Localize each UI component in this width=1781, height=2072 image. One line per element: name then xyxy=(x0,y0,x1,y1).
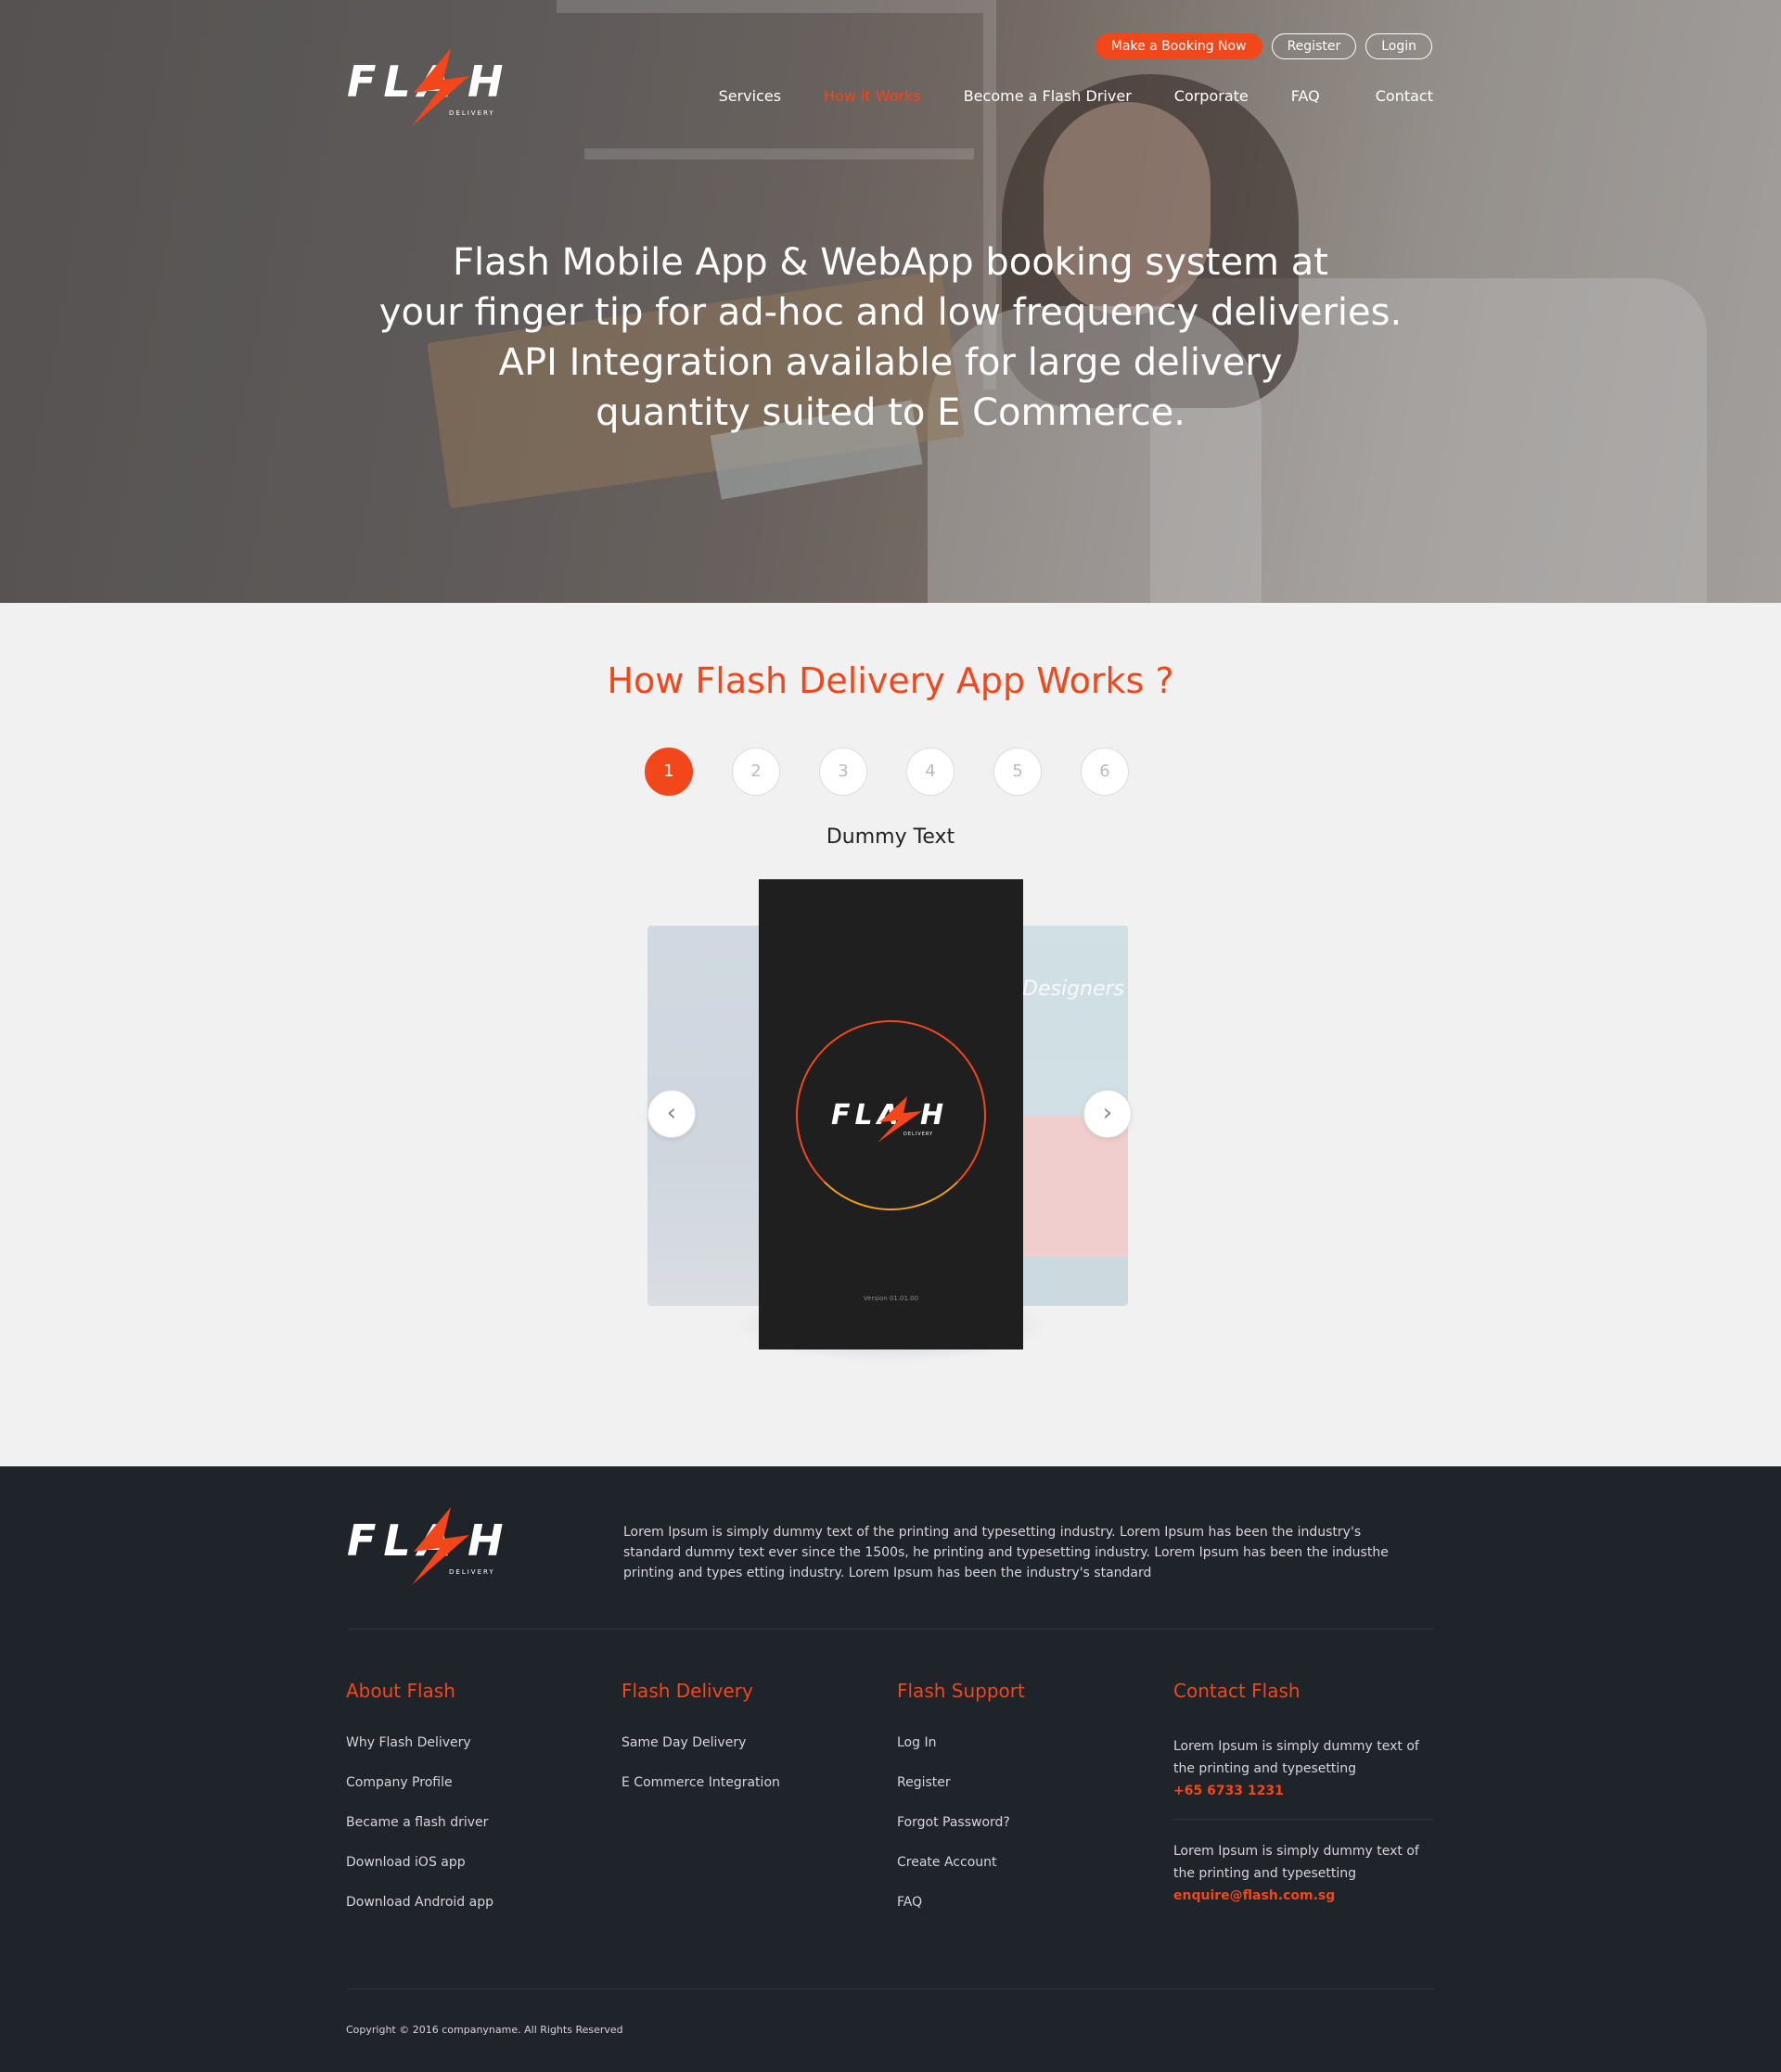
footer-link[interactable]: Register xyxy=(897,1775,1129,1790)
nav-corporate[interactable]: Corporate xyxy=(1174,87,1249,105)
main-nav: Services How it Works Become a Flash Dri… xyxy=(676,87,1433,105)
step-5-button[interactable]: 5 xyxy=(993,748,1042,796)
footer-heading: Flash Support xyxy=(897,1680,1025,1702)
hero-line: API Integration available for large deli… xyxy=(498,341,1283,384)
nav-become-driver[interactable]: Become a Flash Driver xyxy=(964,87,1132,105)
step-6-button[interactable]: 6 xyxy=(1081,748,1129,796)
carousel-prev-button[interactable]: ‹ xyxy=(647,1090,696,1138)
footer-link[interactable]: Create Account xyxy=(897,1855,1129,1870)
hero-line: Flash Mobile App & WebApp booking system… xyxy=(453,241,1328,284)
footer-link[interactable]: Became a flash driver xyxy=(346,1815,578,1830)
flash-logo-icon: FLA H DELIVERY xyxy=(347,48,504,126)
nav-contact[interactable]: Contact xyxy=(1376,87,1433,105)
footer-col-delivery: Flash Delivery Same Day Delivery E Comme… xyxy=(621,1680,853,1815)
how-it-works-title: How Flash Delivery App Works ? xyxy=(607,660,1174,701)
step-2-button[interactable]: 2 xyxy=(732,748,780,796)
svg-text:DELIVERY: DELIVERY xyxy=(449,1568,495,1576)
svg-text:H: H xyxy=(468,1516,504,1566)
svg-text:DELIVERY: DELIVERY xyxy=(903,1132,933,1137)
footer-link[interactable]: Why Flash Delivery xyxy=(346,1735,578,1750)
header-logo[interactable]: FLA H DELIVERY xyxy=(347,48,509,126)
step-4-button[interactable]: 4 xyxy=(906,748,955,796)
hero-line: quantity suited to E Commerce. xyxy=(596,391,1185,434)
footer-col-contact: Contact Flash Lorem Ipsum is simply dumm… xyxy=(1173,1680,1433,1924)
svg-text:DELIVERY: DELIVERY xyxy=(449,109,495,117)
footer-link[interactable]: Company Profile xyxy=(346,1775,578,1790)
footer-link[interactable]: Forgot Password? xyxy=(897,1815,1129,1830)
svg-text:H: H xyxy=(468,57,504,107)
carousel-next-button[interactable]: › xyxy=(1083,1090,1132,1138)
footer-link[interactable]: FAQ xyxy=(897,1895,1129,1910)
step-1-button[interactable]: 1 xyxy=(645,748,693,796)
site-footer: FLA H DELIVERY Lorem Ipsum is simply dum… xyxy=(0,1466,1781,2072)
footer-link[interactable]: Download iOS app xyxy=(346,1855,578,1870)
hero-line: your finger tip for ad-hoc and low frequ… xyxy=(378,291,1403,334)
footer-col-about: About Flash Why Flash Delivery Company P… xyxy=(346,1680,578,1935)
app-version: Version 01.01.00 xyxy=(863,1295,919,1302)
contact-text: Lorem Ipsum is simply dummy text of the … xyxy=(1173,1844,1419,1881)
nav-faq[interactable]: FAQ xyxy=(1291,87,1320,105)
hero-headline: Flash Mobile App & WebApp booking system… xyxy=(334,237,1447,438)
phone-logo: FLA H DELIVERY xyxy=(759,1094,1023,1148)
contact-email[interactable]: enquire@flash.com.sg xyxy=(1173,1885,1433,1907)
footer-heading: Contact Flash xyxy=(1173,1680,1301,1702)
contact-text: Lorem Ipsum is simply dummy text of the … xyxy=(1173,1739,1419,1776)
footer-heading: About Flash xyxy=(346,1680,455,1702)
footer-link[interactable]: E Commerce Integration xyxy=(621,1775,853,1790)
preview-text: Designers xyxy=(1022,978,1124,1001)
contact-phone-block: Lorem Ipsum is simply dummy text of the … xyxy=(1173,1735,1433,1819)
footer-divider xyxy=(347,1629,1434,1630)
flash-logo-icon: FLA H DELIVERY xyxy=(831,1096,943,1143)
footer-link[interactable]: Download Android app xyxy=(346,1895,578,1910)
make-booking-button[interactable]: Make a Booking Now xyxy=(1095,33,1262,59)
footer-link[interactable]: Same Day Delivery xyxy=(621,1735,853,1750)
footer-link[interactable]: Log In xyxy=(897,1735,1129,1750)
contact-phone[interactable]: +65 6733 1231 xyxy=(1173,1780,1433,1802)
step-caption: Dummy Text xyxy=(826,825,955,849)
chevron-left-icon: ‹ xyxy=(666,1099,677,1127)
header-actions: Make a Booking Now Register Login xyxy=(1095,33,1432,59)
svg-text:H: H xyxy=(920,1099,943,1132)
nav-services[interactable]: Services xyxy=(719,87,781,105)
footer-description: Lorem Ipsum is simply dummy text of the … xyxy=(623,1525,1389,1580)
footer-heading: Flash Delivery xyxy=(621,1680,753,1702)
flash-logo-icon: FLA H DELIVERY xyxy=(347,1507,504,1585)
contact-email-block: Lorem Ipsum is simply dummy text of the … xyxy=(1173,1819,1433,1924)
step-3-button[interactable]: 3 xyxy=(819,748,867,796)
hero-banner: FLA H DELIVERY Make a Booking Now Regist… xyxy=(0,0,1781,603)
step-selector: 1 2 3 4 5 6 xyxy=(645,748,1129,796)
register-button[interactable]: Register xyxy=(1271,33,1357,59)
footer-col-support: Flash Support Log In Register Forgot Pas… xyxy=(897,1680,1129,1935)
login-button[interactable]: Login xyxy=(1365,33,1432,59)
chevron-right-icon: › xyxy=(1102,1099,1113,1127)
phone-screen: FLA H DELIVERY Version 01.01.00 xyxy=(759,879,1023,1349)
nav-how-it-works[interactable]: How it Works xyxy=(824,87,921,105)
footer-logo[interactable]: FLA H DELIVERY xyxy=(347,1507,509,1585)
copyright-text: Copyright © 2016 companyname. All Rights… xyxy=(346,2024,623,2036)
